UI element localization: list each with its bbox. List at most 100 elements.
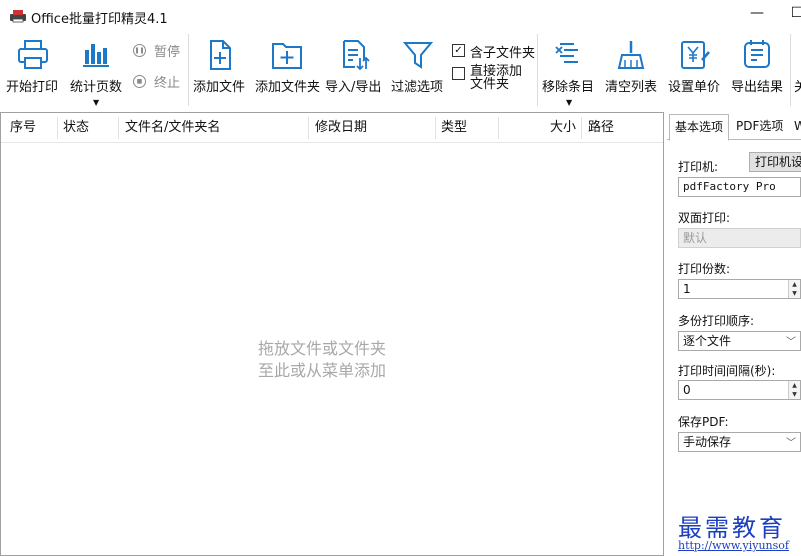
tab-pdf-options[interactable]: PDF选项 bbox=[731, 114, 788, 140]
tab-basic-options[interactable]: 基本选项 bbox=[669, 114, 730, 141]
options-panel: 基本选项 PDF选项 W 打印机: 打印机设 pdfFactory Pro 双面… bbox=[667, 112, 801, 556]
stop-button[interactable]: ■ 终止 bbox=[133, 72, 180, 91]
title-bar: Office批量打印精灵4.1 — ☐ bbox=[0, 0, 801, 32]
add-folder-button[interactable]: 添加文件夹 bbox=[255, 32, 321, 111]
printer-select[interactable]: pdfFactory Pro bbox=[678, 177, 801, 197]
add-folder-label: 添加文件夹 bbox=[255, 80, 321, 95]
filter-options-button[interactable]: 过滤选项 bbox=[391, 32, 445, 111]
checkbox-unchecked-icon bbox=[452, 67, 465, 80]
duplex-value: 默认 bbox=[683, 231, 708, 245]
interval-value: 0 bbox=[683, 383, 691, 397]
stop-label: 终止 bbox=[154, 76, 181, 91]
include-subfolders-checkbox[interactable]: ✓ 含子文件夹 bbox=[452, 42, 535, 61]
add-folder-icon bbox=[272, 43, 302, 69]
include-subfolders-label: 含子文件夹 bbox=[470, 46, 536, 61]
column-path[interactable]: 路径 bbox=[588, 113, 614, 143]
add-file-icon bbox=[210, 40, 231, 70]
column-size[interactable]: 大小 bbox=[550, 113, 576, 143]
dropdown-arrow-icon[interactable]: ▼ bbox=[93, 98, 99, 107]
remove-items-icon bbox=[555, 43, 578, 63]
column-divider[interactable] bbox=[118, 117, 119, 139]
copies-spinner[interactable]: 1 ▲ ▼ bbox=[678, 279, 801, 299]
count-pages-button[interactable]: 统计页数 ▼ bbox=[69, 32, 123, 111]
save-pdf-select[interactable]: 手动保存 ﹀ bbox=[678, 432, 801, 452]
add-file-button[interactable]: 添加文件 bbox=[193, 32, 247, 111]
set-price-button[interactable]: 设置单价 bbox=[668, 32, 722, 111]
add-file-label: 添加文件 bbox=[193, 80, 246, 95]
chevron-down-icon: ﹀ bbox=[786, 438, 796, 449]
bar-chart-icon bbox=[83, 44, 109, 67]
window-title: Office批量打印精灵4.1 bbox=[31, 12, 168, 27]
spinner-arrows-icon[interactable]: ▲ ▼ bbox=[788, 280, 800, 298]
column-type[interactable]: 类型 bbox=[441, 113, 467, 143]
export-results-button[interactable]: 导出结果 bbox=[731, 32, 785, 111]
clear-list-button[interactable]: 清空列表 bbox=[605, 32, 659, 111]
count-pages-label: 统计页数 bbox=[70, 80, 123, 95]
column-divider[interactable] bbox=[308, 117, 309, 139]
print-order-value: 逐个文件 bbox=[683, 334, 732, 348]
copies-label: 打印份数: bbox=[678, 262, 731, 276]
save-pdf-value: 手动保存 bbox=[683, 435, 732, 449]
import-export-label: 导入/导出 bbox=[325, 80, 382, 95]
column-modified[interactable]: 修改日期 bbox=[315, 113, 367, 143]
export-results-icon bbox=[744, 40, 770, 68]
column-divider[interactable] bbox=[581, 117, 582, 139]
interval-spinner[interactable]: 0 ▲ ▼ bbox=[678, 380, 801, 400]
file-list[interactable]: 序号 状态 文件名/文件夹名 修改日期 类型 大小 路径 拖放文件或文件夹 至此… bbox=[0, 112, 664, 556]
broom-icon bbox=[617, 41, 645, 69]
printer-icon bbox=[18, 40, 48, 69]
print-order-label: 多份打印顺序: bbox=[678, 314, 755, 328]
save-pdf-label: 保存PDF: bbox=[678, 415, 729, 429]
empty-hint-line2: 至此或从菜单添加 bbox=[257, 361, 386, 380]
watermark-url: http://www.yiyunsof bbox=[678, 539, 789, 552]
checkbox-checked-icon: ✓ bbox=[452, 44, 465, 57]
toolbar-separator bbox=[188, 34, 189, 106]
empty-hint: 拖放文件或文件夹 至此或从菜单添加 bbox=[201, 338, 443, 382]
set-price-label: 设置单价 bbox=[668, 80, 721, 95]
add-folder-direct-label: 直接添加文件夹 bbox=[470, 64, 523, 92]
empty-hint-line1: 拖放文件或文件夹 bbox=[257, 339, 386, 358]
minimize-button[interactable]: — bbox=[747, 5, 767, 21]
column-divider[interactable] bbox=[498, 117, 499, 139]
toolbar-separator bbox=[537, 34, 538, 106]
import-export-icon bbox=[343, 40, 370, 71]
app-icon bbox=[10, 10, 26, 23]
printer-setup-button[interactable]: 打印机设 bbox=[749, 152, 801, 172]
pause-label: 暂停 bbox=[154, 45, 181, 60]
pause-button[interactable]: ❚❚ 暂停 bbox=[133, 41, 180, 60]
remove-items-label: 移除条目 bbox=[542, 80, 595, 95]
interval-label: 打印时间间隔(秒): bbox=[678, 364, 776, 378]
more-button[interactable]: 关 bbox=[794, 76, 801, 95]
pause-icon: ❚❚ bbox=[133, 44, 146, 57]
maximize-button[interactable]: ☐ bbox=[787, 5, 801, 21]
price-edit-icon bbox=[681, 41, 710, 69]
add-folder-direct-checkbox[interactable]: 直接添加文件夹 bbox=[452, 65, 524, 91]
column-divider[interactable] bbox=[57, 117, 58, 139]
tab-w[interactable]: W bbox=[789, 114, 801, 140]
printer-label: 打印机: bbox=[678, 160, 719, 174]
dropdown-arrow-icon[interactable]: ▼ bbox=[566, 98, 572, 107]
remove-items-button[interactable]: 移除条目 ▼ bbox=[542, 32, 596, 111]
duplex-select: 默认 bbox=[678, 228, 801, 248]
start-print-button[interactable]: 开始打印 bbox=[6, 32, 60, 111]
column-status[interactable]: 状态 bbox=[63, 113, 89, 143]
toolbar: 开始打印 统计页数 ▼ ❚❚ 暂停 ■ 终止 添加文件 添加文件夹 导入/导出 … bbox=[0, 32, 801, 111]
filter-icon bbox=[402, 42, 434, 69]
start-print-label: 开始打印 bbox=[6, 80, 59, 95]
column-filename[interactable]: 文件名/文件夹名 bbox=[125, 113, 220, 143]
watermark-text: 最需教育 bbox=[678, 514, 786, 542]
export-results-label: 导出结果 bbox=[731, 80, 784, 95]
filter-options-label: 过滤选项 bbox=[391, 80, 444, 95]
clear-list-label: 清空列表 bbox=[605, 80, 658, 95]
copies-value: 1 bbox=[683, 282, 691, 296]
print-order-select[interactable]: 逐个文件 ﹀ bbox=[678, 331, 801, 351]
stop-icon: ■ bbox=[133, 75, 146, 88]
column-index[interactable]: 序号 bbox=[10, 113, 36, 143]
duplex-label: 双面打印: bbox=[678, 211, 731, 225]
column-divider[interactable] bbox=[435, 117, 436, 139]
import-export-button[interactable]: 导入/导出 bbox=[325, 32, 385, 111]
printer-value: pdfFactory Pro bbox=[683, 180, 776, 193]
options-tabs: 基本选项 PDF选项 W bbox=[667, 114, 801, 141]
spinner-arrows-icon[interactable]: ▲ ▼ bbox=[788, 381, 800, 399]
chevron-down-icon: ﹀ bbox=[786, 337, 796, 348]
